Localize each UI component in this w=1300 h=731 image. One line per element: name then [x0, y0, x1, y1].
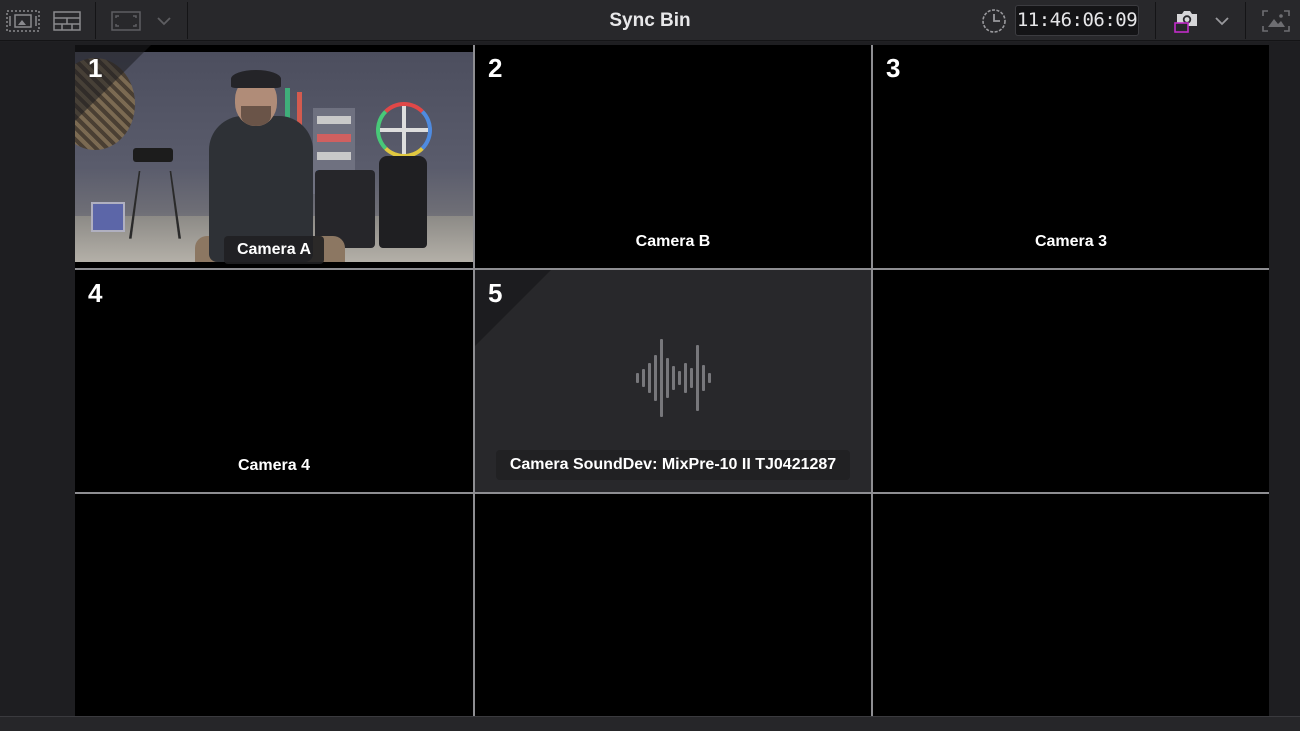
toolbar-separator	[187, 2, 188, 39]
viewer-frame-button[interactable]	[106, 0, 146, 41]
angle-cell-6[interactable]	[873, 270, 1269, 492]
chevron-down-icon	[1215, 16, 1229, 25]
timecode-display: 11:46:06:09	[1015, 5, 1139, 36]
grid-divider	[75, 492, 1269, 494]
angle-cell-9[interactable]	[873, 494, 1269, 716]
viewer-frame-dropdown[interactable]	[150, 0, 178, 41]
angle-cell-3[interactable]: 3 Camera 3	[873, 45, 1269, 268]
angle-cell-5[interactable]: 5 Camera SoundDev: MixPre-10 II TJ042128…	[475, 270, 871, 492]
viewer-bottom-bar	[0, 716, 1300, 731]
camera-angle-icon	[1174, 10, 1197, 33]
angle-label-text: Camera SoundDev: MixPre-10 II TJ0421287	[495, 450, 851, 480]
angle-number: 3	[886, 53, 901, 83]
grid-layout-icon	[53, 10, 81, 31]
chevron-down-icon	[157, 16, 171, 25]
angle-label-text: Camera B	[635, 233, 711, 250]
angle-corner-tab	[75, 45, 151, 121]
angle-label: Camera 4	[75, 452, 473, 480]
toolbar-separator	[95, 2, 96, 39]
angle-label-text: Camera 4	[237, 457, 311, 474]
angle-label-text: Camera A	[223, 236, 325, 264]
expand-viewer-icon	[1262, 9, 1290, 32]
grid-divider	[75, 268, 1269, 270]
angle-cell-4[interactable]: 4 Camera 4	[75, 270, 473, 492]
audio-waveform-icon	[633, 338, 713, 418]
toolbar-separator	[1155, 2, 1156, 39]
angle-label: Camera SoundDev: MixPre-10 II TJ0421287	[475, 450, 871, 480]
angle-cell-2[interactable]: 2 Camera B	[475, 45, 871, 268]
angle-number: 1	[88, 53, 103, 83]
clock-icon	[982, 8, 1006, 33]
angle-number: 2	[488, 53, 503, 83]
angle-corner-tab	[475, 270, 551, 346]
angle-label: Camera B	[475, 228, 871, 256]
toolbar-separator	[1245, 2, 1246, 39]
grid-divider	[871, 45, 873, 716]
multicam-viewer: 1 Camera A 2 Camera B 3 Camera 3 4 Camer…	[0, 42, 1300, 716]
angle-cell-8[interactable]	[475, 494, 871, 716]
angle-label: Camera A	[75, 236, 473, 264]
grid-layout-button[interactable]	[46, 0, 88, 41]
timecode-mode-button[interactable]	[978, 0, 1010, 41]
angle-label-text: Camera 3	[1034, 233, 1108, 250]
expand-viewer-button[interactable]	[1256, 0, 1296, 41]
angle-number: 5	[488, 278, 503, 308]
angle-grid: 1 Camera A 2 Camera B 3 Camera 3 4 Camer…	[75, 45, 1269, 716]
camera-angle-button[interactable]	[1168, 0, 1204, 41]
grid-divider	[473, 45, 475, 716]
angle-number: 4	[88, 278, 103, 308]
angle-cell-7[interactable]	[75, 494, 473, 716]
angle-label: Camera 3	[873, 228, 1269, 256]
sync-bin-toolbar: Sync Bin 11:46:06:09	[0, 0, 1300, 41]
filmstrip-view-button[interactable]	[0, 0, 46, 41]
filmstrip-view-icon	[6, 9, 40, 32]
angle-cell-1[interactable]: 1 Camera A	[75, 45, 473, 268]
viewer-frame-icon	[111, 10, 141, 31]
camera-angle-dropdown[interactable]	[1208, 0, 1236, 41]
